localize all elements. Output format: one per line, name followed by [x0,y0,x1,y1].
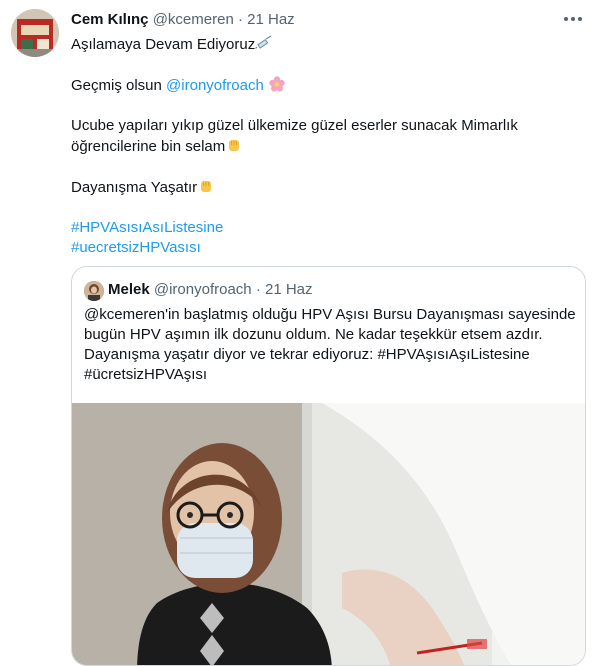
author-name[interactable]: Cem Kılınç [71,11,149,28]
quoted-line-1: @kcemeren'in başlatmış olduğu HPV Aşısı … [84,306,576,323]
quoted-tweet-photo[interactable] [72,403,585,665]
separator: · [237,11,243,28]
quoted-line-3: Dayanışma yaşatır diyor ve tekrar ediyor… [84,346,530,363]
tweet[interactable]: Cem Kılınç @kcemeren · 21 Haz Aşılamaya … [0,0,600,666]
tweet-header: Cem Kılınç @kcemeren · 21 Haz [71,10,586,30]
tweet-line-2: Geçmiş olsun [71,77,167,94]
tweet-line-1: Aşılamaya Devam Ediyoruz [71,36,256,53]
flower-icon [268,75,286,93]
tweet-line-5: Dayanışma Yaşatır [71,179,198,196]
tweet-text: Aşılamaya Devam Ediyoruz Geçmiş olsun @i… [71,34,581,258]
hashtag-link[interactable]: #uecretsizHPVasısı [71,239,201,256]
quoted-line-4: #ücretsizHPVAşısı [84,366,208,383]
hashtag-link[interactable]: #HPVAsısıAsıListesine [71,219,223,236]
syringe-icon [255,34,273,52]
quoted-tweet-header: Melek @ironyofroach · 21 Haz [108,279,313,301]
quoted-tweet-text: @kcemeren'in başlatmış olduğu HPV Aşısı … [84,305,579,385]
author-handle[interactable]: @kcemeren [153,11,234,28]
quoted-author-handle[interactable]: @ironyofroach [154,281,252,298]
raised-fist-icon [225,136,243,154]
quoted-line-2: bugün HPV aşımın ilk dozunu oldum. Ne ka… [84,326,543,343]
raised-fist-icon [197,177,215,195]
author-avatar[interactable] [11,9,59,57]
mention-link[interactable]: @ironyofroach [166,77,264,94]
more-horizontal-icon[interactable] [562,10,584,28]
quoted-tweet[interactable]: Melek @ironyofroach · 21 Haz @kcemeren'i… [71,266,586,666]
quoted-author-name[interactable]: Melek [108,281,150,298]
quoted-author-avatar[interactable] [84,281,104,301]
tweet-line-3: Ucube yapıları yıkıp güzel ülkemize güze… [71,117,518,134]
quoted-tweet-date[interactable]: 21 Haz [265,281,313,298]
separator: · [255,281,261,298]
tweet-line-4: öğrencilerine bin selam [71,138,226,155]
tweet-date[interactable]: 21 Haz [247,11,295,28]
